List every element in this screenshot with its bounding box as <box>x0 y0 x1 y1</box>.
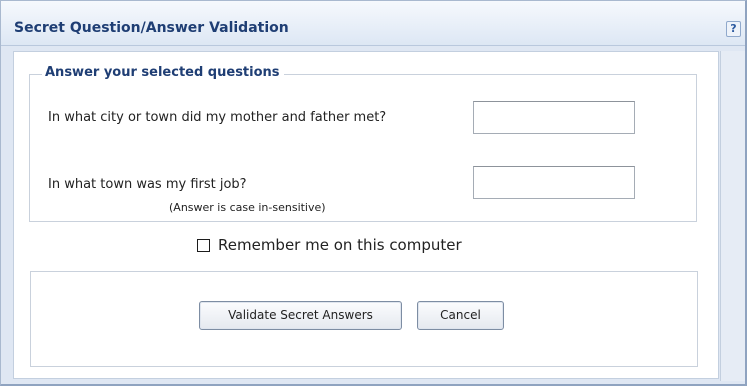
dialog-body: Answer your selected questions In what c… <box>13 51 719 379</box>
case-insensitive-note: (Answer is case in-sensitive) <box>169 201 326 214</box>
remember-me-checkbox[interactable] <box>197 238 210 252</box>
secret-qa-dialog: Secret Question/Answer Validation ? Answ… <box>0 0 747 386</box>
button-panel: Validate Secret Answers Cancel <box>30 271 698 367</box>
help-icon[interactable]: ? <box>726 21 741 37</box>
questions-fieldset: Answer your selected questions In what c… <box>29 65 697 222</box>
dialog-title: Secret Question/Answer Validation <box>14 20 289 36</box>
right-frame-strip <box>720 51 745 381</box>
cancel-button[interactable]: Cancel <box>417 301 504 330</box>
questions-legend: Answer your selected questions <box>42 65 284 80</box>
validate-secret-answers-button[interactable]: Validate Secret Answers <box>199 301 402 330</box>
answer-2-input[interactable] <box>473 166 635 199</box>
question-2-label: In what town was my first job? <box>48 177 247 192</box>
answer-1-input[interactable] <box>473 101 635 134</box>
question-1-label: In what city or town did my mother and f… <box>48 110 387 125</box>
dialog-titlebar: Secret Question/Answer Validation ? <box>1 1 745 46</box>
remember-me-label[interactable]: Remember me on this computer <box>218 236 462 254</box>
remember-me-row[interactable]: Remember me on this computer <box>197 236 462 254</box>
